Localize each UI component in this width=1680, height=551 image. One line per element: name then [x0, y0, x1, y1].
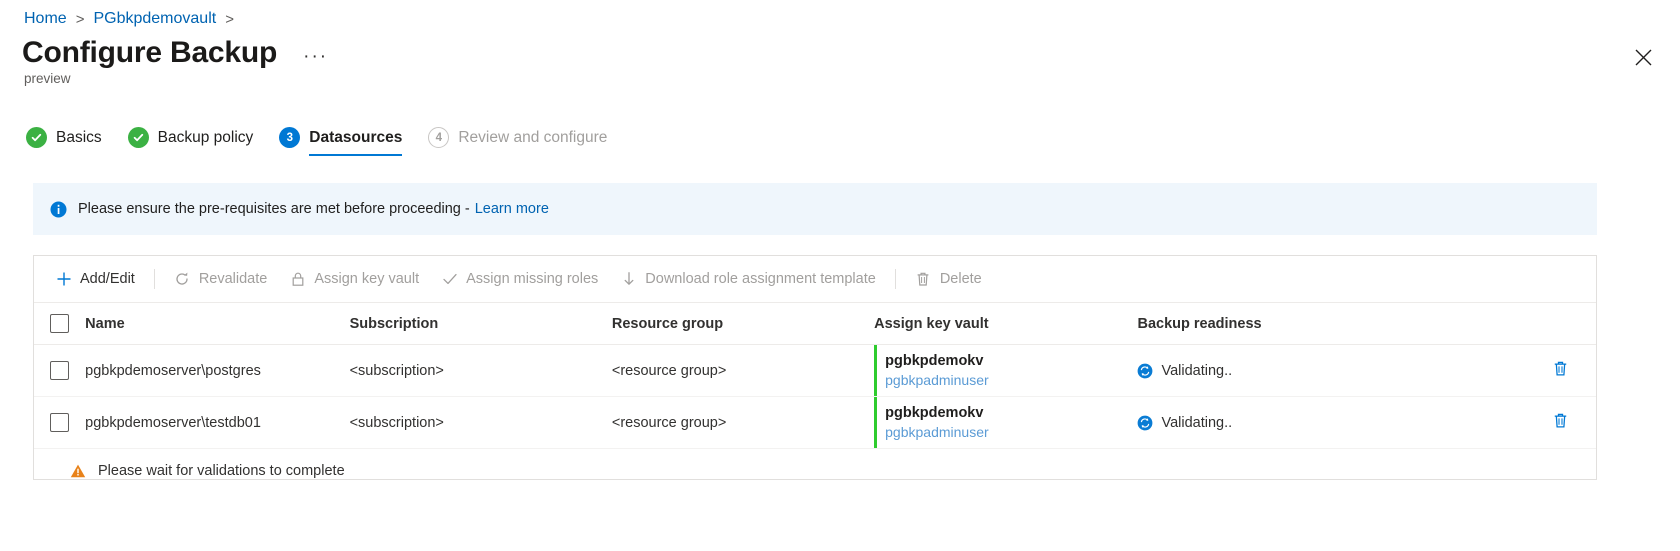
cell-actions: [1510, 396, 1596, 449]
key-vault-name: pgbkpdemokv: [885, 352, 984, 369]
assign-missing-roles-button: Assign missing roles: [430, 262, 609, 296]
key-vault-status-bar: [874, 345, 878, 396]
command-label: Delete: [939, 271, 982, 287]
check-icon: [441, 271, 458, 288]
readiness-status-text: Validating..: [1161, 362, 1233, 379]
row-delete-button[interactable]: [1546, 409, 1574, 437]
readiness-status-text: Validating..: [1161, 414, 1233, 431]
row-checkbox[interactable]: [50, 413, 69, 432]
key-vault-status-bar: [874, 397, 878, 448]
wizard-step-label: Review and configure: [458, 128, 608, 146]
breadcrumb-separator-2: >: [225, 10, 234, 28]
command-label: Add/Edit: [80, 271, 135, 287]
cell-backup-readiness: Validating..: [1137, 344, 1511, 397]
key-vault-name: pgbkpdemokv: [885, 404, 984, 421]
configure-backup-blade: Home > PGbkpdemovault > Configure Backup…: [0, 0, 1680, 551]
learn-more-link[interactable]: Learn more: [475, 201, 549, 217]
command-label: Revalidate: [198, 271, 268, 287]
plus-icon: [55, 271, 72, 288]
column-header-subscription: Subscription: [349, 303, 612, 345]
wizard-step-datasources[interactable]: 3 Datasources: [279, 127, 403, 156]
datasources-table: Name Subscription Resource group Assign …: [34, 303, 1596, 449]
table-header-row: Name Subscription Resource group Assign …: [34, 303, 1596, 345]
column-header-backup-readiness: Backup readiness: [1137, 303, 1511, 345]
sync-icon: [1137, 415, 1153, 431]
trash-icon: [1552, 360, 1569, 381]
download-icon: [620, 271, 637, 288]
key-vault-user-link[interactable]: pgbkpadminuser: [885, 423, 1137, 442]
column-header-name: Name: [85, 303, 350, 345]
more-options-button[interactable]: ···: [299, 47, 332, 66]
breadcrumb-separator-1: >: [75, 10, 85, 28]
warning-icon: [70, 463, 86, 479]
close-icon: [1635, 49, 1652, 66]
cell-name: pgbkpdemoserver\postgres: [85, 344, 350, 397]
step-number-badge: 4: [428, 127, 450, 148]
cell-resource-group: <resource group>: [611, 396, 875, 449]
command-toolbar: Add/Edit Revalidate Assign key vault Ass…: [34, 256, 1596, 303]
active-step-underline: [309, 153, 403, 156]
refresh-icon: [174, 271, 191, 288]
download-role-assignment-template-button: Download role assignment template: [609, 262, 887, 296]
row-checkbox[interactable]: [50, 361, 69, 380]
sync-icon: [1137, 363, 1153, 379]
wizard-step-review-and-configure[interactable]: 4 Review and configure: [428, 127, 607, 156]
cell-subscription: <subscription>: [349, 344, 612, 397]
cell-subscription: <subscription>: [349, 396, 612, 449]
select-all-checkbox[interactable]: [50, 314, 69, 333]
validation-warning: Please wait for validations to complete: [34, 449, 1596, 493]
row-select-cell: [34, 344, 86, 397]
preview-label: preview: [24, 71, 71, 86]
table-body: pgbkpdemoserver\postgres <subscription> …: [34, 344, 1596, 449]
select-all-header: [34, 303, 86, 345]
datasources-card: Add/Edit Revalidate Assign key vault Ass…: [33, 255, 1597, 480]
validation-warning-text: Please wait for validations to complete: [98, 463, 345, 479]
cell-name: pgbkpdemoserver\testdb01: [85, 396, 350, 449]
cell-assign-key-vault: pgbkpdemokv pgbkpadminuser: [874, 344, 1138, 397]
table-row[interactable]: pgbkpdemoserver\testdb01 <subscription> …: [34, 396, 1596, 449]
info-icon: [50, 201, 67, 218]
prerequisites-info-banner: Please ensure the pre-requisites are met…: [33, 183, 1597, 235]
breadcrumb: Home > PGbkpdemovault >: [24, 8, 243, 30]
check-icon: [127, 127, 149, 148]
cell-backup-readiness: Validating..: [1137, 396, 1511, 449]
wizard-step-label: Backup policy: [157, 128, 254, 146]
row-delete-button[interactable]: [1546, 357, 1574, 385]
wizard-steps: Basics Backup policy 3 Datasources 4 Rev…: [26, 127, 633, 161]
key-vault-user-link[interactable]: pgbkpadminuser: [885, 371, 1137, 390]
delete-button: Delete: [904, 262, 993, 296]
toolbar-divider: [153, 269, 155, 289]
table-row[interactable]: pgbkpdemoserver\postgres <subscription> …: [34, 344, 1596, 397]
column-header-actions: [1510, 303, 1596, 345]
add-edit-button[interactable]: Add/Edit: [44, 262, 146, 296]
cell-assign-key-vault: pgbkpdemokv pgbkpadminuser: [874, 396, 1138, 449]
wizard-step-label: Basics: [56, 128, 102, 146]
breadcrumb-vault[interactable]: PGbkpdemovault: [93, 10, 216, 28]
breadcrumb-home[interactable]: Home: [24, 10, 67, 28]
banner-text: Please ensure the pre-requisites are met…: [78, 201, 470, 217]
toolbar-divider: [894, 269, 896, 289]
command-label: Assign key vault: [314, 271, 420, 287]
assign-key-vault-button: Assign key vault: [278, 262, 430, 296]
revalidate-button: Revalidate: [163, 262, 279, 296]
command-label: Download role assignment template: [645, 271, 876, 287]
page-title: Configure Backup: [22, 36, 278, 69]
close-button[interactable]: [1628, 42, 1658, 72]
trash-icon: [1552, 412, 1569, 433]
wizard-step-label: Datasources: [309, 128, 403, 146]
lock-icon: [289, 271, 306, 288]
cell-actions: [1510, 344, 1596, 397]
title-row: Configure Backup ···: [22, 35, 332, 71]
table-header: Name Subscription Resource group Assign …: [34, 303, 1596, 345]
column-header-resource-group: Resource group: [611, 303, 875, 345]
row-select-cell: [34, 396, 86, 449]
step-number-badge: 3: [279, 127, 301, 148]
command-label: Assign missing roles: [466, 271, 599, 287]
cell-resource-group: <resource group>: [611, 344, 875, 397]
trash-icon: [915, 271, 932, 288]
wizard-step-backup-policy[interactable]: Backup policy: [127, 127, 254, 156]
check-icon: [26, 127, 47, 148]
wizard-step-basics[interactable]: Basics: [26, 127, 102, 156]
column-header-assign-key-vault: Assign key vault: [874, 303, 1138, 345]
